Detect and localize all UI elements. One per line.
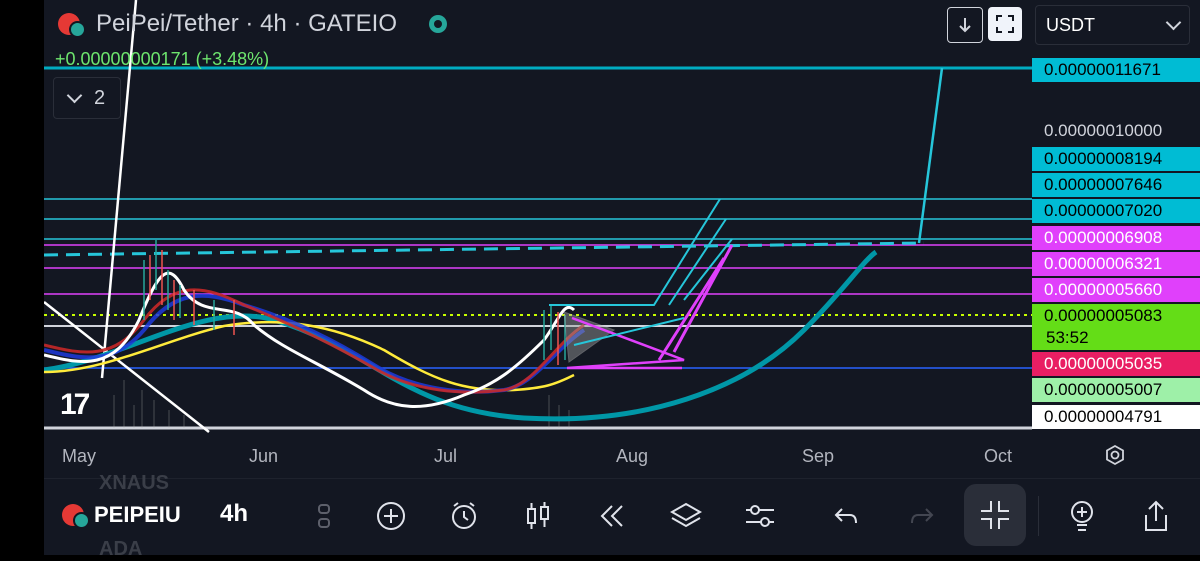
ideas-icon[interactable] — [1060, 496, 1104, 536]
replay-icon[interactable] — [590, 496, 634, 536]
price-label: 0.00000005660 — [1032, 278, 1200, 302]
toolbar-separator — [1038, 496, 1039, 536]
time-axis-label: Jun — [249, 446, 279, 466]
chart-header: PeiPei/Tether · 4h · GATEIO — [58, 10, 447, 38]
settings-gear-icon[interactable] — [1104, 444, 1126, 466]
scroll-to-realtime-button[interactable] — [947, 7, 983, 43]
price-change: +0.00000000171 (+3.48%) — [55, 49, 270, 69]
trading-app: PeiPei/Tether · 4h · GATEIO +0.000000001… — [44, 0, 1200, 560]
time-axis-label: Jul — [434, 446, 458, 466]
price-label: 0.00000011671 — [1032, 58, 1200, 82]
candles-icon[interactable] — [516, 496, 560, 536]
volume-bars — [113, 380, 570, 428]
coin-icon — [62, 504, 90, 529]
auto-fit-button[interactable] — [988, 7, 1022, 41]
chevron-down-icon — [66, 87, 83, 103]
tradingview-logo: 17 — [60, 388, 90, 421]
symbol-selector[interactable]: PEIPEIU — [62, 502, 181, 529]
arrow-down-icon — [959, 18, 971, 33]
currency-value: USDT — [1046, 14, 1095, 35]
alert-clock-icon[interactable] — [442, 496, 486, 536]
undo-icon[interactable] — [824, 496, 868, 536]
ghost-symbol-above: XNAUS — [99, 472, 170, 494]
bar-countdown: 53:52 — [1046, 328, 1089, 347]
currency-select[interactable]: USDT — [1035, 5, 1190, 45]
settings-sliders-icon[interactable] — [738, 496, 782, 536]
layers-icon[interactable] — [664, 496, 708, 536]
chevron-down-icon — [1165, 14, 1182, 30]
ghost-symbol-below: ADA — [99, 538, 143, 560]
price-label: 0.00000010000 — [1044, 121, 1163, 140]
price-label: 0.00000006908 — [1032, 226, 1200, 250]
cup-curve — [44, 249, 878, 422]
fullscreen-exit-icon[interactable] — [964, 484, 1026, 546]
chart-area[interactable]: PeiPei/Tether · 4h · GATEIO +0.000000001… — [44, 0, 1200, 478]
price-label: 0.00000004791 — [1032, 405, 1200, 429]
indicators-toggle[interactable]: 2 — [53, 77, 121, 119]
breakout-line — [917, 67, 944, 244]
symbol-name: PEIPEIU — [94, 502, 181, 527]
redo-icon[interactable] — [900, 496, 944, 536]
candlesticks — [143, 240, 566, 365]
time-axis-label: May — [62, 446, 97, 466]
time-axis-label: Aug — [616, 446, 649, 466]
market-status-icon[interactable] — [429, 15, 447, 33]
price-label: 0.00000007646 — [1032, 173, 1200, 197]
coin-icon — [58, 13, 86, 38]
add-icon[interactable] — [369, 496, 413, 536]
price-label: 0.00000007020 — [1032, 199, 1200, 223]
price-label: 0.00000005007 — [1032, 378, 1200, 402]
screen-bezel — [0, 0, 44, 554]
auto-scale-icon — [996, 15, 1014, 33]
interval-button[interactable]: 4h — [220, 500, 248, 528]
time-axis-label: Oct — [984, 446, 1013, 466]
share-icon[interactable] — [1134, 496, 1178, 536]
price-label: 0.00000008194 — [1032, 147, 1200, 171]
time-axis-label: Sep — [802, 446, 835, 466]
price-label: 0.00000005035 — [1032, 352, 1200, 376]
indicator-count: 2 — [93, 86, 106, 109]
price-label: 0.00000006321 — [1032, 252, 1200, 276]
chart-title[interactable]: PeiPei/Tether · 4h · GATEIO — [96, 10, 397, 38]
chart-canvas[interactable] — [44, 0, 1200, 478]
drag-handle-icon[interactable] — [302, 496, 346, 536]
